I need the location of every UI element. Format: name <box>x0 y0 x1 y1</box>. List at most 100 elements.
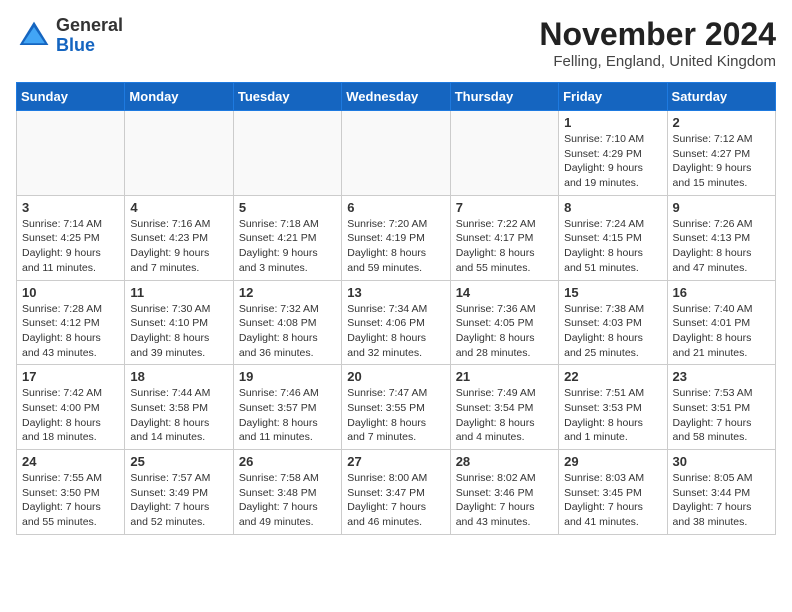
day-info: Sunrise: 7:40 AMSunset: 4:01 PMDaylight:… <box>673 302 770 361</box>
calendar-cell <box>17 111 125 196</box>
day-info: Sunrise: 7:51 AMSunset: 3:53 PMDaylight:… <box>564 386 661 445</box>
day-info: Sunrise: 7:44 AMSunset: 3:58 PMDaylight:… <box>130 386 227 445</box>
calendar-cell: 27 Sunrise: 8:00 AMSunset: 3:47 PMDayligh… <box>342 450 450 535</box>
logo-text: General Blue <box>56 16 123 56</box>
calendar-cell <box>450 111 558 196</box>
day-info: Sunrise: 7:34 AMSunset: 4:06 PMDaylight:… <box>347 302 444 361</box>
day-info: Sunrise: 7:53 AMSunset: 3:51 PMDaylight:… <box>673 386 770 445</box>
day-number: 19 <box>239 369 336 384</box>
calendar-cell: 9Sunrise: 7:26 AMSunset: 4:13 PMDaylight… <box>667 195 775 280</box>
weekday-header-saturday: Saturday <box>667 83 775 111</box>
calendar-week-1: 1Sunrise: 7:10 AMSunset: 4:29 PMDaylight… <box>17 111 776 196</box>
day-info: Sunrise: 8:02 AMSunset: 3:46 PMDaylight:… <box>456 471 553 530</box>
day-number: 20 <box>347 369 444 384</box>
calendar-cell: 14Sunrise: 7:36 AMSunset: 4:05 PMDayligh… <box>450 280 558 365</box>
day-info: Sunrise: 7:47 AMSunset: 3:55 PMDaylight:… <box>347 386 444 445</box>
day-number: 3 <box>22 200 119 215</box>
calendar-cell: 2 Sunrise: 7:12 AMSunset: 4:27 PMDaylight… <box>667 111 775 196</box>
day-info: Sunrise: 7:55 AMSunset: 3:50 PMDaylight:… <box>22 471 119 530</box>
day-info: Sunrise: 7:28 AMSunset: 4:12 PMDaylight:… <box>22 302 119 361</box>
day-number: 27 <box>347 454 444 469</box>
calendar-cell: 10 Sunrise: 7:28 AMSunset: 4:12 PMDayligh… <box>17 280 125 365</box>
calendar-cell <box>233 111 341 196</box>
day-number: 26 <box>239 454 336 469</box>
day-number: 25 <box>130 454 227 469</box>
calendar-week-2: 3 Sunrise: 7:14 AMSunset: 4:25 PMDaylight… <box>17 195 776 280</box>
calendar-cell: 30 Sunrise: 8:05 AMSunset: 3:44 PMDayligh… <box>667 450 775 535</box>
day-info: Sunrise: 7:18 AMSunset: 4:21 PMDaylight:… <box>239 217 336 276</box>
day-number: 7 <box>456 200 553 215</box>
calendar-cell <box>125 111 233 196</box>
day-info: Sunrise: 7:36 AMSunset: 4:05 PMDaylight:… <box>456 302 553 361</box>
day-number: 18 <box>130 369 227 384</box>
logo-icon <box>16 18 52 54</box>
calendar-cell <box>342 111 450 196</box>
calendar-cell: 13Sunrise: 7:34 AMSunset: 4:06 PMDayligh… <box>342 280 450 365</box>
day-number: 8 <box>564 200 661 215</box>
calendar-cell: 16Sunrise: 7:40 AMSunset: 4:01 PMDayligh… <box>667 280 775 365</box>
day-number: 30 <box>673 454 770 469</box>
weekday-header-row: SundayMondayTuesdayWednesdayThursdayFrid… <box>17 83 776 111</box>
calendar-cell: 8 Sunrise: 7:24 AMSunset: 4:15 PMDaylight… <box>559 195 667 280</box>
weekday-header-monday: Monday <box>125 83 233 111</box>
day-number: 15 <box>564 285 661 300</box>
day-info: Sunrise: 8:05 AMSunset: 3:44 PMDaylight:… <box>673 471 770 530</box>
day-info: Sunrise: 7:49 AMSunset: 3:54 PMDaylight:… <box>456 386 553 445</box>
calendar-cell: 15 Sunrise: 7:38 AMSunset: 4:03 PMDayligh… <box>559 280 667 365</box>
logo: General Blue <box>16 16 123 56</box>
location: Felling, England, United Kingdom <box>539 53 776 70</box>
day-number: 4 <box>130 200 227 215</box>
weekday-header-tuesday: Tuesday <box>233 83 341 111</box>
calendar-cell: 3 Sunrise: 7:14 AMSunset: 4:25 PMDaylight… <box>17 195 125 280</box>
weekday-header-sunday: Sunday <box>17 83 125 111</box>
calendar-cell: 20 Sunrise: 7:47 AMSunset: 3:55 PMDayligh… <box>342 365 450 450</box>
calendar-cell: 6Sunrise: 7:20 AMSunset: 4:19 PMDaylight… <box>342 195 450 280</box>
day-number: 24 <box>22 454 119 469</box>
calendar-week-5: 24 Sunrise: 7:55 AMSunset: 3:50 PMDayligh… <box>17 450 776 535</box>
day-info: Sunrise: 7:30 AMSunset: 4:10 PMDaylight:… <box>130 302 227 361</box>
day-info: Sunrise: 7:26 AMSunset: 4:13 PMDaylight:… <box>673 217 770 276</box>
day-info: Sunrise: 7:32 AMSunset: 4:08 PMDaylight:… <box>239 302 336 361</box>
calendar-week-4: 17Sunrise: 7:42 AMSunset: 4:00 PMDayligh… <box>17 365 776 450</box>
weekday-header-friday: Friday <box>559 83 667 111</box>
calendar-cell: 12 Sunrise: 7:32 AMSunset: 4:08 PMDayligh… <box>233 280 341 365</box>
day-info: Sunrise: 8:03 AMSunset: 3:45 PMDaylight:… <box>564 471 661 530</box>
day-number: 6 <box>347 200 444 215</box>
calendar-cell: 23 Sunrise: 7:53 AMSunset: 3:51 PMDayligh… <box>667 365 775 450</box>
day-info: Sunrise: 8:00 AMSunset: 3:47 PMDaylight:… <box>347 471 444 530</box>
day-number: 2 <box>673 115 770 130</box>
month-title: November 2024 <box>539 16 776 53</box>
day-info: Sunrise: 7:14 AMSunset: 4:25 PMDaylight:… <box>22 217 119 276</box>
calendar: SundayMondayTuesdayWednesdayThursdayFrid… <box>16 82 776 535</box>
calendar-cell: 19Sunrise: 7:46 AMSunset: 3:57 PMDayligh… <box>233 365 341 450</box>
title-block: November 2024 Felling, England, United K… <box>539 16 776 70</box>
day-number: 23 <box>673 369 770 384</box>
day-info: Sunrise: 7:16 AMSunset: 4:23 PMDaylight:… <box>130 217 227 276</box>
calendar-cell: 18 Sunrise: 7:44 AMSunset: 3:58 PMDayligh… <box>125 365 233 450</box>
day-number: 12 <box>239 285 336 300</box>
calendar-cell: 26 Sunrise: 7:58 AMSunset: 3:48 PMDayligh… <box>233 450 341 535</box>
day-info: Sunrise: 7:22 AMSunset: 4:17 PMDaylight:… <box>456 217 553 276</box>
calendar-cell: 29 Sunrise: 8:03 AMSunset: 3:45 PMDayligh… <box>559 450 667 535</box>
calendar-cell: 28 Sunrise: 8:02 AMSunset: 3:46 PMDayligh… <box>450 450 558 535</box>
calendar-cell: 24 Sunrise: 7:55 AMSunset: 3:50 PMDayligh… <box>17 450 125 535</box>
day-number: 10 <box>22 285 119 300</box>
day-info: Sunrise: 7:57 AMSunset: 3:49 PMDaylight:… <box>130 471 227 530</box>
calendar-cell: 4 Sunrise: 7:16 AMSunset: 4:23 PMDaylight… <box>125 195 233 280</box>
day-info: Sunrise: 7:24 AMSunset: 4:15 PMDaylight:… <box>564 217 661 276</box>
day-number: 29 <box>564 454 661 469</box>
calendar-cell: 21Sunrise: 7:49 AMSunset: 3:54 PMDayligh… <box>450 365 558 450</box>
day-info: Sunrise: 7:38 AMSunset: 4:03 PMDaylight:… <box>564 302 661 361</box>
calendar-cell: 25 Sunrise: 7:57 AMSunset: 3:49 PMDayligh… <box>125 450 233 535</box>
calendar-cell: 17Sunrise: 7:42 AMSunset: 4:00 PMDayligh… <box>17 365 125 450</box>
day-number: 28 <box>456 454 553 469</box>
day-info: Sunrise: 7:12 AMSunset: 4:27 PMDaylight:… <box>673 132 770 191</box>
calendar-cell: 22 Sunrise: 7:51 AMSunset: 3:53 PMDayligh… <box>559 365 667 450</box>
day-info: Sunrise: 7:58 AMSunset: 3:48 PMDaylight:… <box>239 471 336 530</box>
calendar-week-3: 10 Sunrise: 7:28 AMSunset: 4:12 PMDayligh… <box>17 280 776 365</box>
calendar-cell: 1Sunrise: 7:10 AMSunset: 4:29 PMDaylight… <box>559 111 667 196</box>
day-number: 5 <box>239 200 336 215</box>
day-number: 17 <box>22 369 119 384</box>
day-number: 22 <box>564 369 661 384</box>
calendar-cell: 7 Sunrise: 7:22 AMSunset: 4:17 PMDaylight… <box>450 195 558 280</box>
